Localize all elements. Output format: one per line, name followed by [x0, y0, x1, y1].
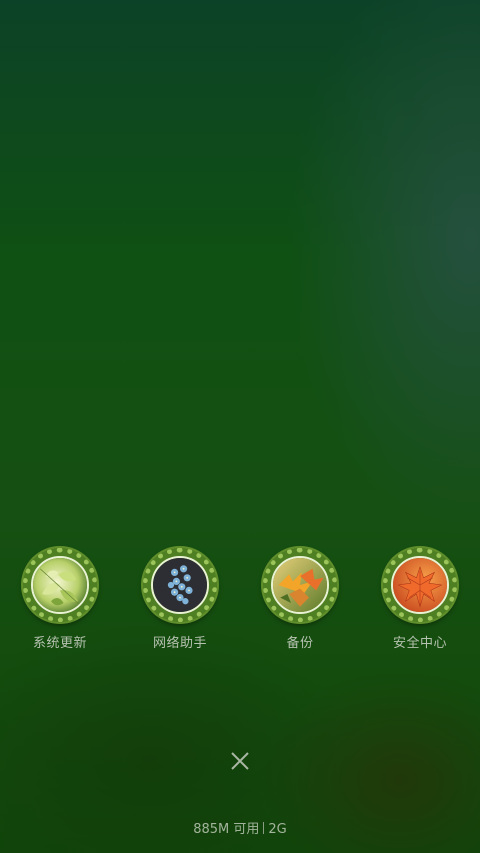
- total-memory: 2G: [268, 822, 287, 837]
- status-divider: [263, 822, 265, 834]
- green-leaves-icon: [31, 556, 89, 614]
- close-button[interactable]: [225, 746, 255, 776]
- app-network-assistant-label: 网络助手: [152, 636, 207, 651]
- quick-apps-row: 系统更新 网络助手 备份 安全中心: [0, 548, 480, 658]
- app-network-assistant[interactable]: 网络助手: [125, 548, 235, 651]
- app-backup[interactable]: 备份: [245, 548, 355, 651]
- app-security-center[interactable]: 安全中心: [365, 548, 475, 651]
- app-backup-ring: [263, 548, 337, 622]
- maple-leaf-icon: [391, 556, 449, 614]
- blue-flowers-icon: [151, 556, 209, 614]
- app-security-center-label: 安全中心: [392, 636, 447, 651]
- app-system-update[interactable]: 系统更新: [5, 548, 115, 651]
- close-icon: [231, 752, 249, 770]
- app-network-assistant-ring: [143, 548, 217, 622]
- app-system-update-ring: [23, 548, 97, 622]
- app-backup-label: 备份: [286, 636, 314, 651]
- available-memory: 885M 可用: [193, 822, 260, 837]
- autumn-leaves-icon: [271, 556, 329, 614]
- app-security-center-ring: [383, 548, 457, 622]
- app-system-update-label: 系统更新: [32, 636, 87, 651]
- memory-status: 885M 可用 2G: [0, 818, 480, 837]
